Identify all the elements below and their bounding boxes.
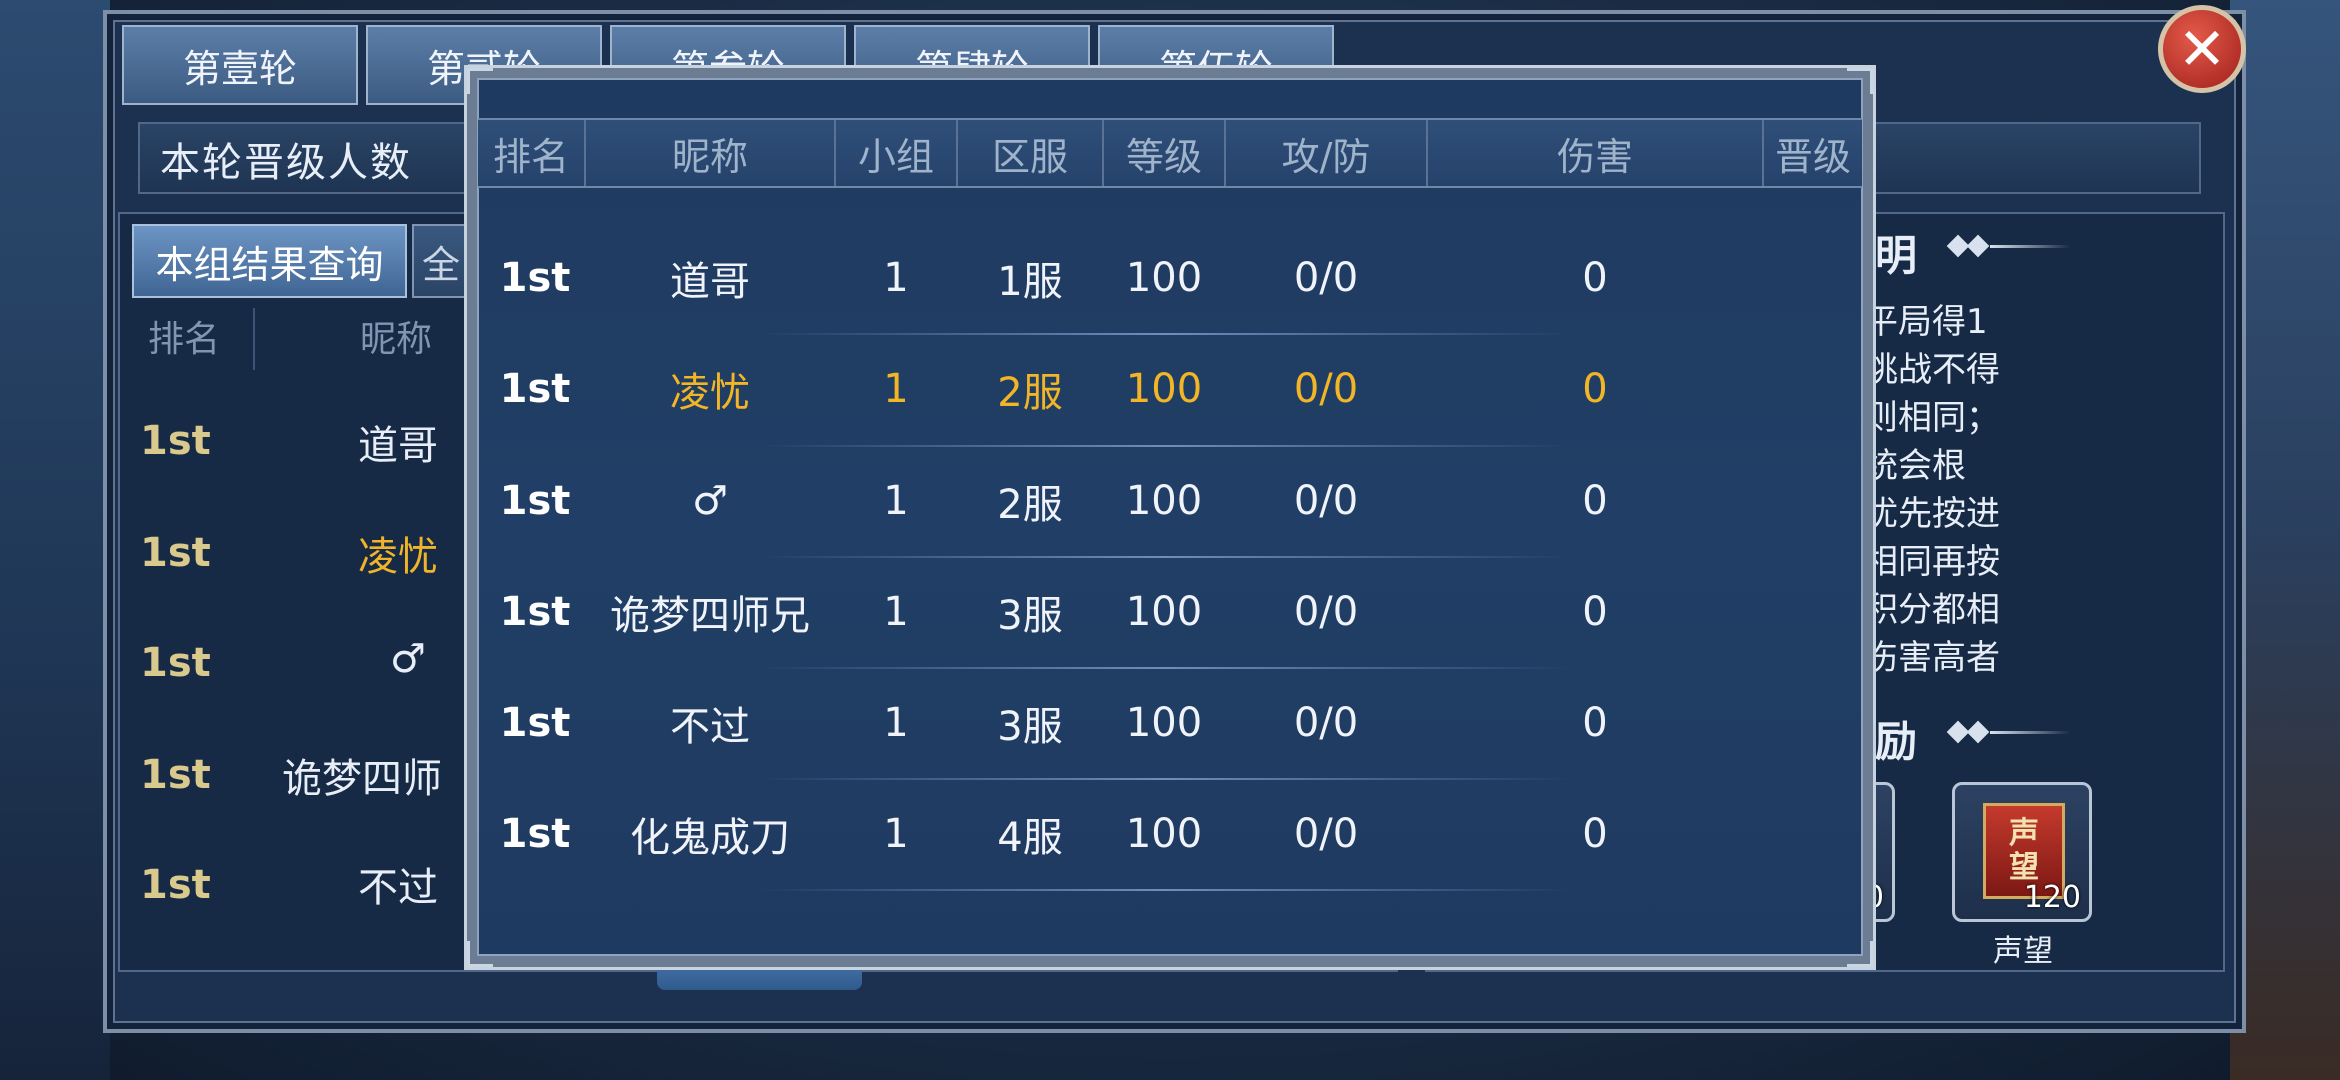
bg-row-rank: 1st xyxy=(140,752,211,798)
row-server: 3服 xyxy=(997,593,1063,639)
row-attack-defense: 0/0 xyxy=(1293,478,1359,524)
row-nickname: ♂ xyxy=(692,478,728,524)
header-divider xyxy=(834,120,836,186)
row-promotion xyxy=(1764,577,1862,647)
row-divider xyxy=(760,333,1570,335)
row-rank: 1st xyxy=(499,478,571,524)
row-damage: 0 xyxy=(1582,255,1608,301)
reward-item-slot[interactable]: 声 望 120 xyxy=(1952,782,2092,922)
row-rank: 1st xyxy=(499,700,571,746)
row-promotion xyxy=(1764,354,1862,424)
row-attack-defense: 0/0 xyxy=(1293,255,1359,301)
header-server: 区服 xyxy=(991,134,1068,179)
close-x-icon: ✕ xyxy=(2177,15,2227,83)
header-level: 等级 xyxy=(1125,134,1202,179)
reward-item-count: 120 xyxy=(2023,880,2081,915)
row-level: 100 xyxy=(1125,811,1203,857)
corner-ornament-icon xyxy=(1847,941,1873,967)
bg-row-rank: 1st xyxy=(140,418,211,464)
title-ornament-line xyxy=(1990,731,2070,734)
bg-header-divider xyxy=(253,308,255,370)
corner-ornament-icon xyxy=(467,68,493,94)
row-divider xyxy=(760,556,1570,558)
bg-header-rank: 排名 xyxy=(148,319,221,360)
header-rank: 排名 xyxy=(492,134,569,179)
header-divider xyxy=(1762,120,1764,186)
row-level: 100 xyxy=(1125,478,1203,524)
row-level: 100 xyxy=(1125,700,1203,746)
row-attack-defense: 0/0 xyxy=(1293,811,1359,857)
bg-row-rank: 1st xyxy=(140,530,211,576)
header-divider xyxy=(956,120,958,186)
corner-ornament-icon xyxy=(1847,68,1873,94)
row-group: 1 xyxy=(883,366,909,412)
row-divider xyxy=(760,667,1570,669)
row-damage: 0 xyxy=(1582,700,1608,746)
row-nickname: 诡梦四师兄 xyxy=(610,593,810,639)
bg-row-rank: 1st xyxy=(140,640,211,686)
tab-group-results[interactable]: 本组结果查询 xyxy=(132,224,407,298)
round-info-label: 本轮晋级人数 xyxy=(160,140,412,186)
row-rank: 1st xyxy=(499,811,571,857)
row-level: 100 xyxy=(1125,366,1203,412)
row-nickname: 不过 xyxy=(670,704,750,750)
background-scenery-right xyxy=(2230,0,2340,1080)
row-group: 1 xyxy=(883,589,909,635)
header-divider xyxy=(1426,120,1428,186)
row-divider xyxy=(760,889,1570,891)
bg-row-rank: 1st xyxy=(140,862,211,908)
tab-round-1[interactable]: 第壹轮 xyxy=(122,25,358,105)
row-level: 100 xyxy=(1125,589,1203,635)
row-server: 4服 xyxy=(997,815,1063,861)
title-ornament-line xyxy=(1990,245,2070,248)
row-rank: 1st xyxy=(499,589,571,635)
row-nickname: 凌忧 xyxy=(670,370,750,416)
row-rank: 1st xyxy=(499,366,571,412)
row-nickname: 化鬼成刀 xyxy=(630,815,790,861)
row-server: 2服 xyxy=(997,482,1063,528)
row-server: 2服 xyxy=(997,370,1063,416)
row-nickname: 道哥 xyxy=(670,259,750,305)
row-group: 1 xyxy=(883,811,909,857)
rules-title: 明 xyxy=(1875,231,1918,280)
row-group: 1 xyxy=(883,700,909,746)
row-damage: 0 xyxy=(1582,478,1608,524)
row-promotion xyxy=(1764,466,1862,536)
row-damage: 0 xyxy=(1582,366,1608,412)
row-damage: 0 xyxy=(1582,589,1608,635)
row-promotion xyxy=(1764,799,1862,869)
close-button[interactable]: ✕ xyxy=(2158,5,2246,93)
row-attack-defense: 0/0 xyxy=(1293,589,1359,635)
bg-header-name: 昵称 xyxy=(360,319,433,360)
header-nickname: 昵称 xyxy=(671,134,748,179)
row-level: 100 xyxy=(1125,255,1203,301)
header-divider xyxy=(584,120,586,186)
row-server: 3服 xyxy=(997,704,1063,750)
row-rank: 1st xyxy=(499,255,571,301)
row-promotion xyxy=(1764,688,1862,758)
row-attack-defense: 0/0 xyxy=(1293,700,1359,746)
header-divider xyxy=(1102,120,1104,186)
header-promotion: 晋级 xyxy=(1774,134,1851,179)
reward-item-label: 声望 xyxy=(1993,934,2053,969)
rewards-title: 励 xyxy=(1875,717,1918,766)
banner-glyph: 声 xyxy=(2009,816,2039,851)
row-divider xyxy=(760,778,1570,780)
row-group: 1 xyxy=(883,255,909,301)
row-group: 1 xyxy=(883,478,909,524)
header-divider xyxy=(1224,120,1226,186)
row-divider xyxy=(760,445,1570,447)
row-server: 1服 xyxy=(997,259,1063,305)
row-promotion xyxy=(1764,243,1862,313)
header-group: 小组 xyxy=(857,134,934,179)
header-attack-defense: 攻/防 xyxy=(1281,134,1371,179)
row-damage: 0 xyxy=(1582,811,1608,857)
row-attack-defense: 0/0 xyxy=(1293,366,1359,412)
header-damage: 伤害 xyxy=(1556,134,1633,179)
background-scenery-left xyxy=(0,0,110,1080)
corner-ornament-icon xyxy=(467,941,493,967)
